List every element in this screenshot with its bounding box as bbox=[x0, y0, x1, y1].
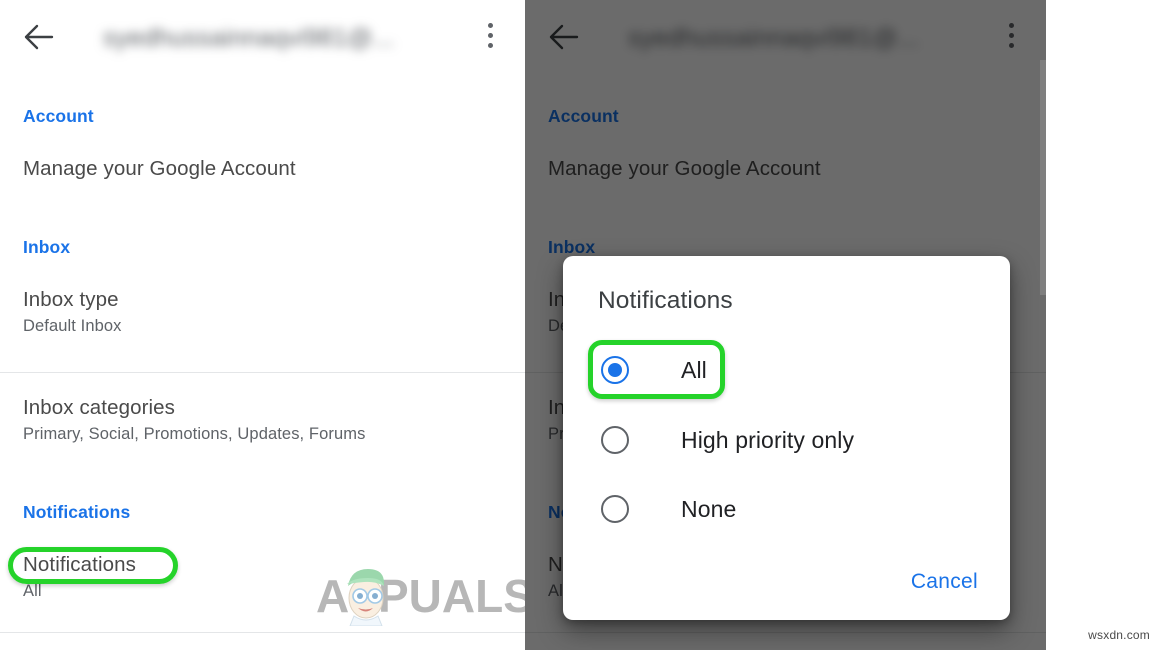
source-watermark: wsxdn.com bbox=[1088, 628, 1150, 642]
dialog-option-label: None bbox=[681, 495, 737, 522]
radio-button-icon[interactable] bbox=[601, 356, 629, 384]
row-subtitle: Primary, Social, Promotions, Updates, Fo… bbox=[23, 425, 366, 443]
app-bar: syedhussainnaqvi981@... bbox=[0, 0, 525, 74]
dialog-option-all[interactable]: All bbox=[589, 344, 989, 396]
back-arrow-icon[interactable] bbox=[23, 21, 57, 53]
gmail-settings-screen-before: syedhussainnaqvi981@... Account Manage y… bbox=[0, 0, 525, 650]
svg-text:A: A bbox=[316, 570, 349, 622]
dot bbox=[487, 23, 493, 28]
row-title: Inbox type bbox=[23, 288, 119, 311]
dialog-option-label: All bbox=[681, 356, 707, 383]
more-vert-icon[interactable] bbox=[999, 23, 1023, 51]
row-notifications[interactable]: Notifications All bbox=[0, 553, 159, 601]
app-bar: syedhussainnaqvi981@... bbox=[525, 0, 1046, 74]
section-header-inbox: Inbox bbox=[548, 237, 596, 257]
section-header-notifications: Notifications bbox=[23, 502, 131, 522]
radio-button-icon[interactable] bbox=[601, 495, 629, 523]
divider bbox=[525, 632, 1046, 633]
row-title: Notifications bbox=[23, 553, 136, 576]
section-header-account: Account bbox=[548, 106, 619, 126]
row-inbox-type[interactable]: Inbox type Default Inbox bbox=[0, 288, 145, 336]
section-header-account: Account bbox=[23, 106, 94, 126]
dialog-option-label: High priority only bbox=[681, 426, 855, 453]
account-email-title: syedhussainnaqvi981@... bbox=[103, 23, 395, 52]
appuals-logo: A PUALS bbox=[316, 560, 525, 627]
account-email-title: syedhussainnaqvi981@... bbox=[628, 23, 920, 52]
more-vert-icon[interactable] bbox=[478, 23, 502, 51]
row-title: Manage your Google Account bbox=[548, 157, 821, 180]
dialog-title: Notifications bbox=[598, 287, 733, 314]
dot bbox=[487, 33, 493, 38]
dot bbox=[1008, 33, 1014, 38]
row-manage-google-account[interactable]: Manage your Google Account bbox=[0, 157, 319, 181]
row-subtitle: All bbox=[23, 582, 42, 600]
dot bbox=[1008, 43, 1014, 48]
row-inbox-categories[interactable]: Inbox categories Primary, Social, Promot… bbox=[0, 396, 388, 444]
row-subtitle: Default Inbox bbox=[23, 317, 122, 335]
cancel-button[interactable]: Cancel bbox=[907, 564, 982, 600]
row-title: Manage your Google Account bbox=[23, 157, 296, 180]
screenshot-root: syedhussainnaqvi981@... Account Manage y… bbox=[0, 0, 1160, 650]
dialog-option-none[interactable]: None bbox=[589, 483, 989, 535]
divider bbox=[0, 372, 525, 373]
row-manage-google-account: Manage your Google Account bbox=[525, 157, 844, 181]
back-arrow-icon[interactable] bbox=[548, 21, 582, 53]
section-header-inbox: Inbox bbox=[23, 237, 71, 257]
page-right-margin bbox=[1046, 0, 1160, 650]
dot bbox=[487, 43, 493, 48]
svg-text:PUALS: PUALS bbox=[378, 570, 525, 622]
dot bbox=[1008, 23, 1014, 28]
row-title: Inbox categories bbox=[23, 396, 176, 419]
radio-button-icon[interactable] bbox=[601, 426, 629, 454]
dialog-option-high-priority-only[interactable]: High priority only bbox=[589, 414, 989, 466]
divider bbox=[0, 632, 525, 633]
